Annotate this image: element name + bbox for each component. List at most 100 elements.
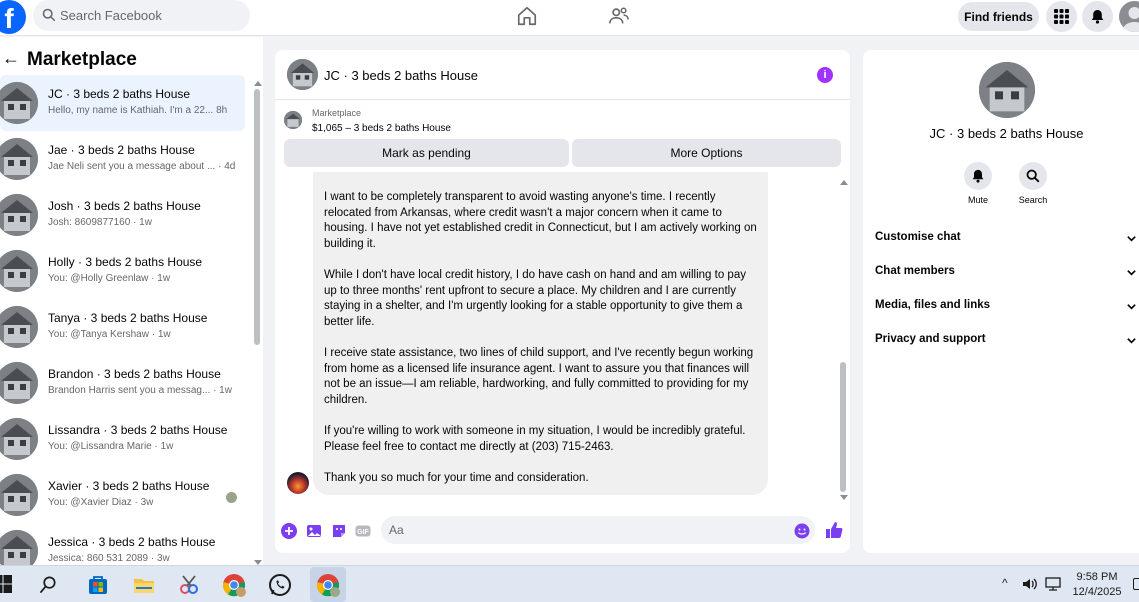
conversation-item[interactable]: Tanya · 3 beds 2 baths House You: @Tanya… xyxy=(0,299,245,355)
media-files-links-row[interactable]: Media, files and links xyxy=(875,299,1139,319)
privacy-support-row[interactable]: Privacy and support xyxy=(875,333,1139,353)
conversation-name: Brandon · 3 beds 2 baths House xyxy=(48,367,221,381)
notification-center-icon[interactable] xyxy=(1133,578,1139,590)
whatsapp-icon[interactable] xyxy=(268,573,292,597)
conversation-preview: Jessica: 860 531 2089 · 3w xyxy=(48,553,170,564)
scroll-down-arrow-icon[interactable] xyxy=(840,495,848,500)
gif-icon[interactable]: GIF xyxy=(355,523,371,539)
network-icon[interactable] xyxy=(1045,577,1061,591)
chrome-icon[interactable] xyxy=(222,573,246,597)
chevron-down-icon xyxy=(1127,304,1136,310)
conversation-preview: Brandon Harris sent you a messag... · 1w xyxy=(48,385,232,396)
message-thread: I want to be completely transparent to a… xyxy=(275,172,850,502)
photo-icon[interactable] xyxy=(306,523,322,539)
windows-start-icon[interactable] xyxy=(0,575,12,593)
chevron-down-icon xyxy=(1127,236,1136,242)
scroll-up-arrow-icon[interactable] xyxy=(840,180,848,185)
conversation-name: Josh · 3 beds 2 baths House xyxy=(48,199,201,213)
house-image-icon xyxy=(0,474,38,516)
search-icon xyxy=(42,8,56,22)
chevron-down-icon xyxy=(1127,270,1136,276)
clock-date: 12/4/2025 xyxy=(1072,586,1122,598)
listing-label: Marketplace xyxy=(312,108,362,118)
scroll-up-arrow-icon[interactable] xyxy=(254,81,262,86)
search-box[interactable] xyxy=(33,0,250,31)
notifications-button[interactable] xyxy=(1082,1,1113,32)
back-arrow-icon[interactable]: ← xyxy=(2,48,20,69)
sender-avatar[interactable] xyxy=(287,472,309,494)
incoming-message-bubble: I want to be completely transparent to a… xyxy=(313,172,768,495)
house-thumbnail xyxy=(0,418,38,460)
chat-info-avatar[interactable] xyxy=(979,62,1035,118)
chat-members-row[interactable]: Chat members xyxy=(875,265,1139,285)
volume-icon[interactable] xyxy=(1022,577,1038,591)
sticker-icon[interactable] xyxy=(331,523,347,539)
home-icon[interactable] xyxy=(516,5,538,27)
clock-time: 9:58 PM xyxy=(1076,571,1118,583)
message-paragraph: I receive state assistance, two lines of… xyxy=(324,346,754,406)
conversation-item[interactable]: Brandon · 3 beds 2 baths House Brandon H… xyxy=(0,355,245,411)
microsoft-store-icon[interactable] xyxy=(86,573,110,597)
conversation-item[interactable]: Holly · 3 beds 2 baths House You: @Holly… xyxy=(0,243,245,299)
chat-panel: JC · 3 beds 2 baths House i Marketplace … xyxy=(275,50,850,553)
conversation-preview: Jae Neli sent you a message about ... · … xyxy=(48,161,236,172)
menu-button[interactable] xyxy=(1046,1,1077,32)
conversation-item[interactable]: Jae · 3 beds 2 baths House Jae Neli sent… xyxy=(0,131,245,187)
scrollbar-thumb[interactable] xyxy=(254,89,260,345)
conversation-preview: Josh: 8609877160 · 1w xyxy=(48,217,152,228)
house-thumbnail xyxy=(0,306,38,348)
house-thumbnail xyxy=(0,138,38,180)
house-thumbnail xyxy=(0,82,38,124)
mark-as-pending-button[interactable]: Mark as pending xyxy=(284,139,569,167)
conversation-item[interactable]: JC · 3 beds 2 baths House Hello, my name… xyxy=(0,75,245,131)
conversation-name: Jessica · 3 beds 2 baths House xyxy=(48,535,216,549)
message-input[interactable] xyxy=(381,516,815,544)
thumbs-up-icon[interactable] xyxy=(825,521,843,539)
more-options-button[interactable]: More Options xyxy=(572,139,841,167)
listing-price[interactable]: $1,065 – 3 beds 2 baths House xyxy=(312,123,451,134)
chat-title[interactable]: JC · 3 beds 2 baths House xyxy=(324,68,478,83)
friends-icon[interactable] xyxy=(608,5,630,27)
conversation-preview: You: @Tanya Kershaw · 1w xyxy=(48,329,171,340)
chat-avatar[interactable] xyxy=(287,59,318,90)
row-label: Chat members xyxy=(875,265,955,277)
search-input[interactable] xyxy=(60,0,240,31)
mute-button[interactable]: Mute xyxy=(956,162,1000,205)
profile-avatar[interactable] xyxy=(1119,1,1139,32)
find-friends-button[interactable]: Find friends xyxy=(958,2,1039,31)
house-image-icon xyxy=(0,362,38,404)
conversation-list-scrollbar[interactable] xyxy=(253,81,262,565)
conversation-item[interactable]: Josh · 3 beds 2 baths House Josh: 860987… xyxy=(0,187,245,243)
emoji-icon[interactable] xyxy=(794,523,810,539)
chat-info-title: JC · 3 beds 2 baths House xyxy=(929,126,1084,141)
search-in-chat-button[interactable]: Search xyxy=(1011,162,1055,205)
taskbar-search-icon[interactable] xyxy=(39,575,58,594)
conversation-preview: You: @Lissandra Marie · 1w xyxy=(48,441,174,452)
snipping-tool-icon[interactable] xyxy=(177,573,201,597)
windows-taskbar: ^ 9:58 PM 12/4/2025 xyxy=(0,565,1139,602)
info-icon[interactable]: i xyxy=(817,67,833,83)
conversation-item[interactable]: Xavier · 3 beds 2 baths House You: @Xavi… xyxy=(0,467,245,523)
marketplace-sidebar: ← Marketplace JC · 3 beds 2 baths House … xyxy=(0,37,263,572)
conversation-name: Jae · 3 beds 2 baths House xyxy=(48,143,195,157)
conversation-preview: You: @Holly Greenlaw · 1w xyxy=(48,273,171,284)
customise-chat-row[interactable]: Customise chat xyxy=(875,231,1139,251)
plus-circle-icon[interactable] xyxy=(281,523,297,539)
page-title: Marketplace xyxy=(27,49,137,70)
system-clock[interactable]: 9:58 PM 12/4/2025 xyxy=(1067,570,1127,600)
scrollbar-thumb[interactable] xyxy=(840,362,846,492)
seen-avatar-icon xyxy=(226,492,237,503)
message-paragraph: Thank you so much for your time and cons… xyxy=(324,471,589,484)
listing-thumbnail[interactable] xyxy=(284,111,302,129)
chat-scrollbar[interactable] xyxy=(839,180,848,500)
bell-icon xyxy=(972,169,984,183)
row-label: Customise chat xyxy=(875,231,961,243)
chrome-profile-icon[interactable] xyxy=(316,573,340,597)
conversation-item[interactable]: Lissandra · 3 beds 2 baths House You: @L… xyxy=(0,411,245,467)
facebook-logo-icon[interactable]: f xyxy=(0,0,26,34)
top-navigation-bar: f Find friends xyxy=(0,0,1139,36)
mute-label: Mute xyxy=(967,195,988,205)
file-explorer-icon[interactable] xyxy=(132,573,156,597)
show-hidden-icons-chevron-icon[interactable]: ^ xyxy=(1002,576,1008,590)
house-image-icon xyxy=(0,250,38,292)
